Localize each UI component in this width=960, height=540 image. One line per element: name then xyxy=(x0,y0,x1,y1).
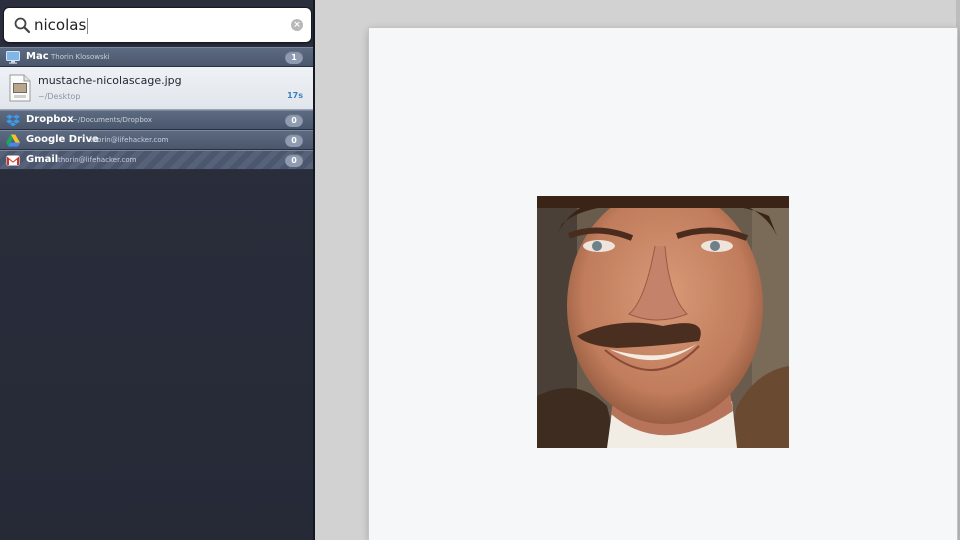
jpg-file-icon xyxy=(9,74,31,102)
group-title: Gmail xyxy=(26,154,59,165)
group-header-google-drive[interactable]: Google Drive thorin@lifehacker.com 0 xyxy=(0,130,313,150)
count-badge: 0 xyxy=(285,154,303,167)
group-header-gmail[interactable]: Gmail thorin@lifehacker.com 0 xyxy=(0,150,313,170)
group-subtitle: thorin@lifehacker.com xyxy=(58,156,137,164)
group-header-dropbox[interactable]: Dropbox ~/Documents/Dropbox 0 xyxy=(0,110,313,130)
google-drive-icon xyxy=(6,134,20,147)
search-panel: × Mac Thorin Klosowski 1 mustache-nicola… xyxy=(0,0,315,540)
group-title: Google Drive xyxy=(26,134,99,145)
count-badge: 0 xyxy=(285,114,303,127)
group-subtitle: Thorin Klosowski xyxy=(51,53,110,61)
search-bar[interactable]: × xyxy=(4,8,311,42)
monitor-icon xyxy=(6,51,20,64)
group-header-mac[interactable]: Mac Thorin Klosowski 1 xyxy=(0,47,313,67)
count-badge: 0 xyxy=(285,134,303,147)
preview-photo xyxy=(537,196,789,448)
text-caret xyxy=(87,18,88,34)
file-age: 17s xyxy=(287,91,303,100)
result-item-file[interactable]: mustache-nicolascage.jpg ~/Desktop 17s xyxy=(0,67,313,110)
count-badge: 1 xyxy=(285,51,303,64)
dropbox-icon xyxy=(6,114,20,127)
clear-search-icon[interactable]: × xyxy=(291,19,303,31)
group-subtitle: thorin@lifehacker.com xyxy=(90,136,169,144)
search-icon xyxy=(14,17,31,34)
gmail-icon xyxy=(6,155,20,166)
group-title: Dropbox xyxy=(26,114,74,125)
file-path: ~/Desktop xyxy=(38,92,81,101)
results-list: Mac Thorin Klosowski 1 mustache-nicolasc… xyxy=(0,47,313,170)
file-name: mustache-nicolascage.jpg xyxy=(38,74,182,87)
group-title: Mac xyxy=(26,51,49,62)
file-preview-pane xyxy=(369,28,957,540)
search-input[interactable] xyxy=(34,13,284,37)
group-subtitle: ~/Documents/Dropbox xyxy=(72,116,152,124)
